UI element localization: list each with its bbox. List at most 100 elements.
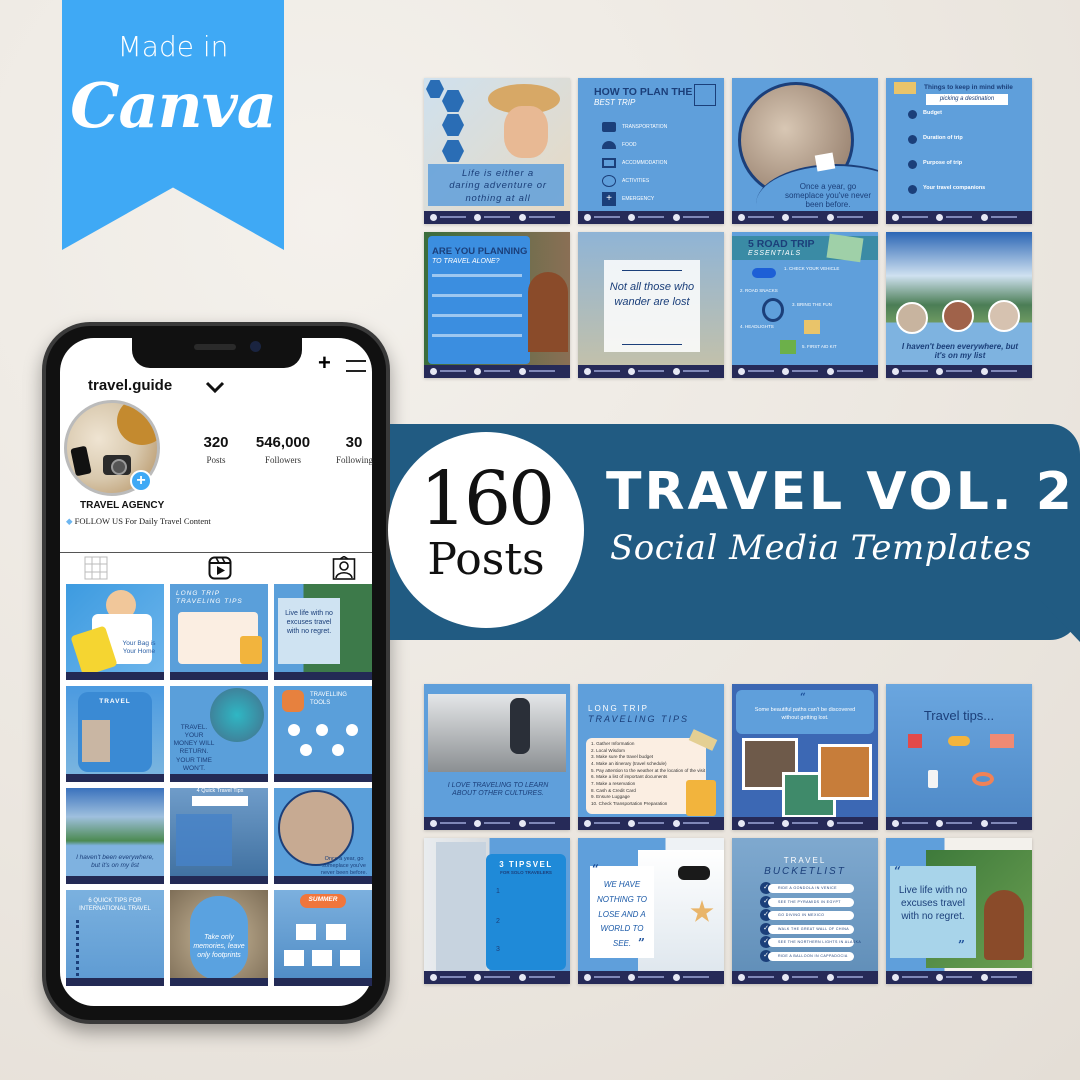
quote-text: I haven't been everywhere, but it's on m…	[901, 342, 1019, 361]
woman-hair	[528, 272, 568, 352]
post-footer	[170, 672, 268, 680]
open-quote-icon: “	[894, 864, 901, 878]
template-tile[interactable]: “ Some beautiful paths can't be discover…	[732, 684, 878, 830]
tip-number: 2	[496, 918, 500, 925]
tip-item: 8. Cash & Credit Card	[591, 787, 636, 793]
plan-item-label: FOOD	[622, 142, 637, 148]
template-tile[interactable]: Once a year, go someplace you've never b…	[732, 78, 878, 224]
checklist-label: Duration of trip	[923, 135, 963, 141]
photo-stack	[814, 152, 836, 172]
stat-posts[interactable]: 320 Posts	[196, 434, 236, 465]
profile-bio: ◆ FOLLOW US For Daily Travel Content	[66, 516, 211, 527]
grid-icon[interactable]	[84, 556, 108, 580]
template-subtitle: TRAVELING TIPS	[588, 714, 690, 724]
quote-text: Once a year, go someplace you've never b…	[784, 182, 872, 210]
contact-footer	[424, 211, 570, 224]
template-tile[interactable]: Not all those who wander are lost	[578, 232, 724, 378]
camera-shape	[103, 455, 131, 475]
template-tile[interactable]: Things to keep in mind while picking a d…	[886, 78, 1032, 224]
tips-bullets	[76, 920, 80, 976]
plan-item-label: TRANSPORTATION	[622, 124, 668, 130]
text-line	[432, 314, 522, 317]
template-tile[interactable]: Life is either a daring adventure or not…	[424, 78, 570, 224]
signpost-icon	[894, 82, 916, 94]
template-tile[interactable]: I LOVE TRAVELING TO LEARN ABOUT OTHER CU…	[424, 684, 570, 830]
stat-following[interactable]: 30 Following	[334, 434, 374, 465]
tip-item: 9. Ensure Luggage	[591, 794, 630, 800]
close-quote-icon: ”	[958, 938, 965, 952]
contact-footer	[886, 211, 1032, 224]
template-title: ARE YOU PLANNING	[432, 246, 528, 257]
bullet-icon	[908, 135, 917, 144]
template-subtitle: picking a destination	[926, 94, 1008, 105]
grid-post[interactable]: 6 QUICK TIPS FOR INTERNATIONAL TRAVEL	[66, 890, 164, 986]
tagged-icon[interactable]	[332, 556, 356, 580]
contact-footer	[578, 365, 724, 378]
divider	[622, 344, 682, 345]
template-tile[interactable]: ARE YOU PLANNING TO TRAVEL ALONE?	[424, 232, 570, 378]
bullet-icon	[908, 185, 917, 194]
grid-post[interactable]: Live life with no excuses travel with no…	[274, 584, 372, 680]
template-title: LONG TRIP	[588, 704, 649, 713]
grid-post[interactable]: Once a year, go someplace you've never b…	[274, 788, 372, 884]
template-tile[interactable]: “ Live life with no excuses travel with …	[886, 838, 1032, 984]
grid-post[interactable]: Your Bag is Your Home	[66, 584, 164, 680]
template-tile[interactable]: HOW TO PLAN THE BEST TRIP TRANSPORTATION…	[578, 78, 724, 224]
woman-hair	[984, 890, 1024, 960]
money-icon	[804, 320, 820, 334]
tool-icon	[288, 724, 300, 736]
tip-item: 5. Pay attention to the weather at the l…	[591, 767, 706, 773]
reels-icon[interactable]	[208, 556, 232, 580]
contact-footer	[732, 817, 878, 830]
photo-frame	[340, 950, 360, 966]
template-tile[interactable]: TRAVEL BUCKETLIST ✓ RIDE A GONDOLA IN VEN…	[732, 838, 878, 984]
grid-post[interactable]: 4 Quick Travel Tips	[170, 788, 268, 884]
template-title: 3 TIPSVEL	[499, 860, 553, 869]
food-icon	[602, 141, 616, 149]
contact-footer	[732, 971, 878, 984]
stat-followers[interactable]: 546,000 Followers	[246, 434, 320, 465]
plus-icon[interactable]: +	[318, 350, 331, 376]
template-tile[interactable]: Travel tips...	[886, 684, 1032, 830]
ticket-icon	[990, 734, 1014, 748]
template-tile[interactable]: 5 ROAD TRIP ESSENTIALS 1. CHECK YOUR VEH…	[732, 232, 878, 378]
phone-shape	[70, 445, 92, 477]
tips-list	[176, 814, 232, 866]
grid-post[interactable]: SUMMER	[274, 890, 372, 986]
grid-post[interactable]: TRAVEL. YOUR MONEY WILL RETURN. YOUR TIM…	[170, 686, 268, 782]
grid-post[interactable]: LONG TRIP TRAVELING TIPS	[170, 584, 268, 680]
profile-username[interactable]: travel.guide	[88, 377, 172, 394]
template-subtitle: BUCKETLIST	[764, 866, 846, 877]
template-tile[interactable]: LONG TRIP TRAVELING TIPS 1. Gather Infor…	[578, 684, 724, 830]
contact-footer	[424, 365, 570, 378]
banner-title: TRAVEL VOL. 2	[606, 462, 1075, 522]
post-footer	[66, 978, 164, 986]
quote-text: Life is either a daring adventure or not…	[449, 168, 547, 204]
banner-subtitle: Social Media Templates	[610, 528, 1032, 568]
canva-logo: Canva	[70, 69, 277, 142]
woman-photo	[278, 790, 354, 866]
grid-post[interactable]: TRAVELLING TOOLS	[274, 686, 372, 782]
grid-post[interactable]: Take only memories, leave only footprint…	[170, 890, 268, 986]
essential-item: 2. ROAD SNACKS	[740, 288, 778, 293]
template-tile[interactable]: I haven't been everywhere, but it's on m…	[886, 232, 1032, 378]
bucket-item: ✓ WALK THE GREAT WALL OF CHINA	[760, 922, 856, 936]
menu-icon[interactable]	[346, 360, 366, 380]
contact-footer	[886, 817, 1032, 830]
grid-post[interactable]: I haven't been everywhere, but it's on m…	[66, 788, 164, 884]
contact-footer	[886, 971, 1032, 984]
template-tile[interactable]: 3 TIPSVEL FOR SOLO TRAVELERS 1 2 3	[424, 838, 570, 984]
chevron-down-icon[interactable]	[204, 376, 226, 398]
contact-footer	[732, 211, 878, 224]
bus-icon	[602, 122, 616, 132]
activity-icon	[602, 175, 616, 187]
divider	[60, 552, 372, 553]
passport-shape	[686, 780, 716, 816]
template-tile[interactable]: “ WE HAVE NOTHING TO LOSE AND A WORLD TO…	[578, 838, 724, 984]
bucket-label: SEE THE PYRAMIDS IN EGYPT	[768, 897, 854, 907]
template-title: HOW TO PLAN THE	[594, 86, 693, 98]
grid-post[interactable]: TRAVEL	[66, 686, 164, 782]
add-story-icon[interactable]: +	[130, 470, 152, 492]
checklist-item: Your travel companions	[908, 185, 1018, 210]
firstaid-icon	[780, 340, 796, 354]
